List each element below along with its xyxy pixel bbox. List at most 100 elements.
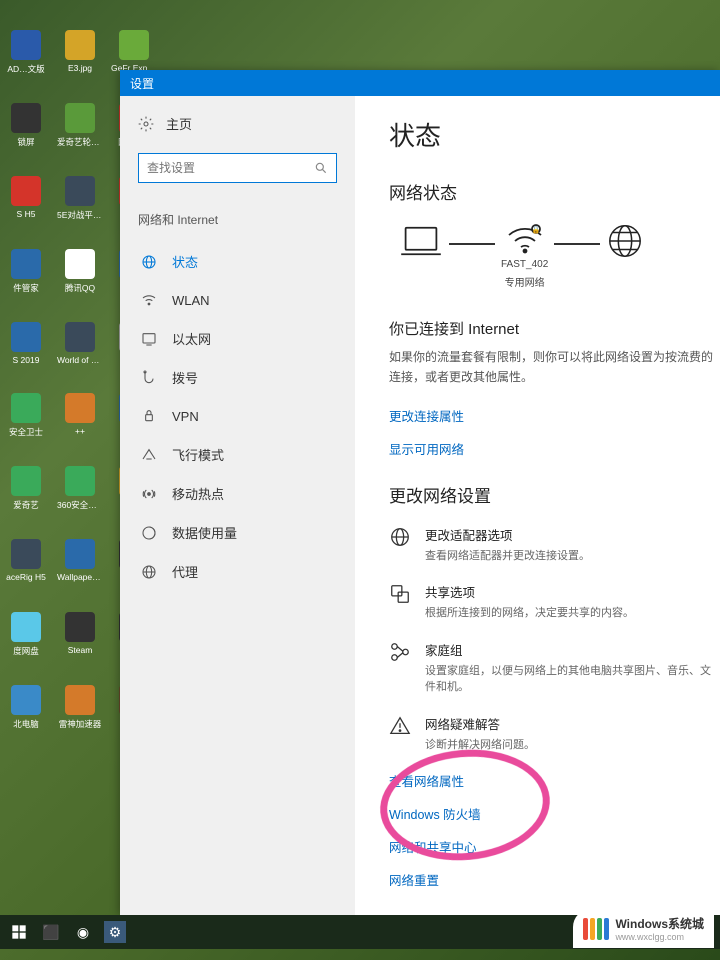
option-sharing[interactable]: 共享选项根据所连接到的网络，决定要共享的内容。 [389, 582, 716, 622]
connection-line-icon [554, 243, 600, 245]
desktop-icon[interactable]: S 2019 [6, 322, 46, 365]
sidebar-item-1[interactable]: WLAN [138, 281, 337, 319]
wifi-router-icon: 🔒 FAST_402 专用网络 [501, 223, 548, 289]
app-icon [11, 30, 41, 60]
desktop-icon[interactable]: Steam [60, 612, 100, 657]
desktop-icon[interactable]: 安全卫士 [6, 393, 46, 438]
sidebar-item-2[interactable]: 以太网 [138, 319, 337, 358]
desktop-icon[interactable]: aceRig H5 [6, 539, 46, 584]
desktop-icon[interactable]: 件管家 [6, 249, 46, 294]
desktop-icon[interactable]: AD…文版 [6, 30, 46, 75]
app-icon [65, 685, 95, 715]
option-title: 网络疑难解答 [425, 714, 535, 733]
app-icon [65, 393, 95, 423]
option-troubleshoot[interactable]: 网络疑难解答诊断并解决网络问题。 [389, 714, 716, 754]
sidebar-section-title: 网络和 Internet [138, 211, 337, 228]
option-homegroup[interactable]: 家庭组设置家庭组，以便与网络上的其他电脑共享图片、音乐、文件和机。 [389, 640, 716, 696]
desktop-icon-label: 腾讯QQ [65, 282, 95, 294]
app-icon [11, 249, 41, 279]
taskbar-steam-icon[interactable]: ◉ [72, 921, 94, 943]
app-icon [11, 103, 41, 133]
app-icon [11, 322, 41, 352]
app-icon [65, 103, 95, 133]
app-icon [65, 249, 95, 279]
sidebar-item-label: WLAN [172, 293, 210, 308]
desktop-icon[interactable]: Wallpaper Engine [60, 539, 100, 584]
desktop-icon[interactable]: GeFr Exper… [114, 30, 154, 75]
data-usage-icon [140, 524, 158, 542]
sidebar-item-5[interactable]: 飞行模式 [138, 435, 337, 474]
desktop-icon-label: aceRig H5 [6, 572, 46, 582]
desktop-icon[interactable]: World of Guns Gun… [60, 322, 100, 365]
desktop-icon-label: 北电脑 [13, 718, 39, 730]
search-input-container[interactable] [138, 153, 337, 183]
sidebar-home[interactable]: 主页 [138, 110, 337, 137]
settings-body: 主页 网络和 Internet 状态 WLAN 以太网拨号VPN飞行模式移动热点数据… [120, 96, 720, 915]
desktop-icon-label: AD…文版 [7, 63, 44, 75]
sidebar-item-label: 以太网 [172, 329, 211, 348]
desktop-icon-label: 360安全浏览器 [57, 499, 103, 511]
sidebar-item-7[interactable]: 数据使用量 [138, 513, 337, 552]
desktop-icon[interactable]: 雷神加速器 [60, 685, 100, 730]
option-title: 家庭组 [425, 640, 716, 659]
taskbar-settings-icon[interactable]: ⚙ [104, 921, 126, 943]
show-networks-link[interactable]: 显示可用网络 [389, 439, 716, 458]
desktop-icon-label: 爱奇艺轮播台 [57, 136, 103, 148]
change-connection-link[interactable]: 更改连接属性 [389, 406, 716, 425]
network-reset-link[interactable]: 网络重置 [389, 870, 716, 889]
desktop-icon[interactable]: 北电脑 [6, 685, 46, 730]
globe-icon [606, 222, 644, 290]
sidebar-home-label: 主页 [166, 114, 192, 133]
desktop-icon-label: World of Guns Gun… [57, 355, 103, 365]
search-input[interactable] [147, 161, 314, 175]
desktop-icon[interactable]: 锁屏 [6, 103, 46, 148]
wlan-icon [140, 291, 158, 309]
desktop-icon[interactable]: 度网盘 [6, 612, 46, 657]
desktop-icon[interactable]: 5E对战平台2.0 [60, 176, 100, 221]
sidebar-item-8[interactable]: 代理 [138, 552, 337, 591]
start-icon[interactable] [8, 921, 30, 943]
adapter-icon [389, 526, 411, 548]
sidebar-item-4[interactable]: VPN [138, 397, 337, 435]
network-properties-link[interactable]: 查看网络属性 [389, 771, 716, 790]
change-settings-heading: 更改网络设置 [389, 482, 716, 507]
sidebar-item-0[interactable]: 状态 [138, 242, 337, 281]
desktop-icon[interactable]: 爱奇艺 [6, 466, 46, 511]
desktop-icon-label: Steam [68, 645, 93, 655]
warning-icon [389, 715, 411, 737]
desktop-icon[interactable]: ++ [60, 393, 100, 438]
network-diagram: 🔒 FAST_402 专用网络 [399, 222, 716, 290]
desktop-icon[interactable]: 360安全浏览器 [60, 466, 100, 511]
desktop-icon-label: 雷神加速器 [59, 718, 102, 730]
watermark: Windows系统城 www.wxclgg.com [573, 909, 714, 948]
app-icon [11, 176, 41, 206]
desktop-icon-label: 爱奇艺 [13, 499, 39, 511]
sidebar-nav-list: 状态 WLAN 以太网拨号VPN飞行模式移动热点数据使用量代理 [138, 242, 337, 591]
desktop-icon-label: S 2019 [13, 355, 40, 365]
sharing-icon [389, 583, 411, 605]
network-type: 专用网络 [505, 274, 545, 289]
window-titlebar[interactable]: 设置 [120, 70, 720, 96]
app-icon [65, 176, 95, 206]
firewall-link[interactable]: Windows 防火墙 [389, 804, 716, 823]
connection-line-icon [449, 243, 495, 245]
desktop-icon[interactable]: 爱奇艺轮播台 [60, 103, 100, 148]
desktop-icon-label: 度网盘 [13, 645, 39, 657]
option-adapter[interactable]: 更改适配器选项查看网络适配器并更改连接设置。 [389, 525, 716, 565]
app-icon [11, 685, 41, 715]
desktop-icon[interactable]: E3.jpg [60, 30, 100, 75]
gear-icon [138, 116, 154, 132]
app-icon [11, 393, 41, 423]
sidebar-item-3[interactable]: 拨号 [138, 358, 337, 397]
app-icon [65, 539, 95, 569]
desktop-icon[interactable]: 腾讯QQ [60, 249, 100, 294]
sharing-center-link[interactable]: 网络和共享中心 [389, 837, 716, 856]
app-icon [11, 539, 41, 569]
desktop-icon[interactable]: S H5 [6, 176, 46, 221]
app-icon [65, 466, 95, 496]
desktop-icon-label: 安全卫士 [9, 426, 43, 438]
taskbar-app-icon[interactable]: ⬛ [40, 921, 62, 943]
hotspot-icon [140, 485, 158, 503]
sidebar-item-6[interactable]: 移动热点 [138, 474, 337, 513]
search-icon [314, 161, 328, 175]
